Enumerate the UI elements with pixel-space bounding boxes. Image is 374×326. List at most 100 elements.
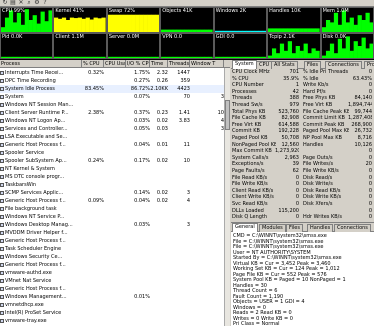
tab-cpu[interactable]: CPU [256,61,273,69]
process-row[interactable]: vmware-tray.exe [0,317,224,325]
process-icon [0,134,4,139]
process-cell-cpu [82,173,104,181]
process-row[interactable]: NT Kernel & System [0,165,224,173]
graph-9: Server 0.0M [106,33,161,59]
process-row[interactable]: Windows Desktop Manag... 0.03% 3 [0,221,224,229]
graph-bar [12,22,18,32]
properties-icon[interactable]: ▤ [10,0,16,6]
column-header-0[interactable]: Process [0,60,82,68]
process-row[interactable]: Windows Security Ce... [0,253,224,261]
graph-bar [200,56,206,58]
process-row[interactable]: vmware-authd.exe [0,269,224,277]
tab-all-stats[interactable]: All Stats [271,61,298,69]
graph-bar [337,24,342,32]
column-header-2[interactable]: CPU Usage [104,60,126,68]
column-header-6[interactable]: Window T [190,60,224,68]
refresh-icon[interactable]: ↻ [2,0,8,6]
graph-bar [119,14,124,32]
process-cell-u [104,245,126,253]
graph-12: Tcpip 2.1K [267,33,321,59]
tab-process[interactable]: Process [364,61,374,69]
process-cell-cpu [82,261,104,269]
process-row[interactable]: LSA Executable and Se... [0,133,224,141]
graph-bar [119,56,124,58]
graph-bar [246,56,251,58]
graph-bar [208,56,213,58]
graph-bar [181,56,186,58]
tab-files[interactable]: Files [304,61,321,69]
graph-bar [262,30,267,32]
process-row[interactable]: Generic Host Process f... 0.04% 0.01 11 [0,141,224,149]
process-row[interactable]: Generic Host Process f... [0,261,224,269]
process-row[interactable]: DPC Time Recording 0.27% 0.26 359 [0,77,224,85]
process-row[interactable]: Windows Management... 0.01% [0,293,224,301]
process-cell-time [150,253,168,261]
process-row[interactable]: System Idle Process 83.45% 86.72% 2.10KK 442… [0,85,224,93]
process-cell-name: Generic Host Process f... [0,261,82,269]
process-row[interactable]: Services and Controller... 0.05% 0.03 3 [0,125,224,133]
process-cell-win [190,301,224,309]
detail-tab-general[interactable]: General [232,223,258,232]
process-row[interactable]: Windows NT Logon Ap... 0.03% 0.02 3.83 4 [0,117,224,125]
process-row[interactable]: System 0.07% 70 3 [0,93,224,101]
process-name: Services and Controller... [5,126,68,132]
process-cell-time [150,149,168,157]
scrollbar-thumb[interactable] [225,100,230,130]
process-row[interactable]: SCMP Services Applic... 0.14% 0.02 3 [0,189,224,197]
graph-bar [40,56,45,58]
process-row[interactable]: Generic Host Process f... 0.09% 0.04% 0.02 4 [0,197,224,205]
process-cell-name: vmware-authd.exe [0,269,82,277]
process-row[interactable]: MVDDM Driver Helper f... [0,229,224,237]
kill-process-icon[interactable]: ✕ [18,0,24,6]
process-row[interactable]: Task Scheduler Engine [0,245,224,253]
process-cell-win [190,229,224,237]
options-icon[interactable]: ⚙ [34,0,40,6]
process-row[interactable]: Intel(R) ProSet Service [0,309,224,317]
process-cell-win [190,285,224,293]
process-cell-cpu [82,237,104,245]
process-row[interactable]: Spooler SubSystem Ap... 0.24% 0.17% 0.02 10 [0,157,224,165]
process-cell-time: 0.02 [156,158,168,164]
process-row[interactable]: Generic Host Process f... [0,237,224,245]
process-cell-io: 0.04% [134,198,150,204]
help-icon[interactable]: ? [42,0,48,6]
process-cell-io: 0.37% [134,110,150,116]
column-header-1[interactable]: % CPU [82,60,104,68]
process-row[interactable]: Interrupts Time Recei... 0.32% 1.75% 2.32 14… [0,69,224,77]
process-cell-thr: 3 [186,222,190,228]
process-cell-thr [168,181,190,189]
process-row[interactable]: Generic Host Process f... [0,285,224,293]
detail-tab-modules[interactable]: Modules [259,224,286,232]
detail-tab-files[interactable]: Files [286,224,303,232]
graph-bar [333,53,338,58]
process-cell-cpu: 2.38% [88,110,104,116]
process-cell-io [126,277,150,285]
process-cell-cpu [82,301,104,309]
detail-tab-connections[interactable]: Connections [334,224,371,232]
process-row[interactable]: Windows NT Session Man... [0,101,224,109]
process-row[interactable]: vmnetdhcp.exe [0,301,224,309]
column-header-4[interactable]: Time [150,60,168,68]
process-cell-u [104,237,126,245]
find-icon[interactable]: ⌕ [26,0,32,6]
process-row[interactable]: TaskbarsWin [0,181,224,189]
detail-tab-handles[interactable]: Handles [307,224,334,232]
process-row[interactable]: File background task [0,205,224,213]
process-row[interactable]: Windows NT Service P... [0,213,224,221]
graph-bar [147,14,152,32]
graph-bar [242,30,247,32]
tab-system[interactable]: System [232,60,257,69]
column-header-3[interactable]: I/O % CPU [126,60,150,68]
process-icon [0,246,4,251]
process-row[interactable]: MS DTC console progr... [0,173,224,181]
graph-bar [218,30,223,32]
column-header-5[interactable]: Threads [168,60,190,68]
process-cell-cpu [82,253,104,261]
graph-bar [115,56,120,58]
graph-bar [40,11,45,32]
process-row[interactable]: VMnet Nat Service [0,277,224,285]
tab-connections[interactable]: Connections [325,61,362,69]
process-row[interactable]: Client Server Runtime P... 2.38% 0.37% 0.23… [0,109,224,117]
graph-bar [226,30,231,32]
process-row[interactable]: Spooler Service [0,149,224,157]
